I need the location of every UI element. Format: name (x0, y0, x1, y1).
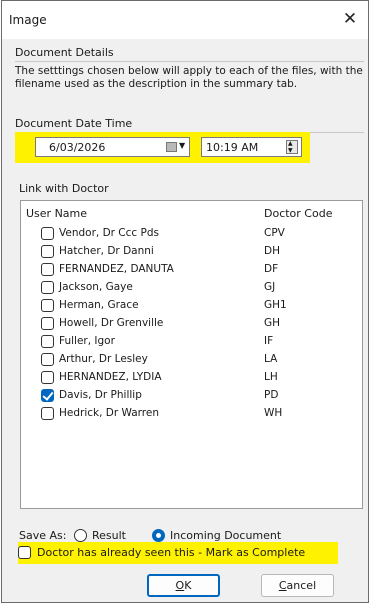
mark-complete-checkbox[interactable] (18, 546, 31, 559)
doctor-checkbox[interactable] (41, 317, 54, 330)
doctor-name: Hatcher, Dr Danni (59, 245, 154, 257)
doctor-code: CPV (264, 227, 285, 239)
ok-button[interactable]: OK (147, 574, 220, 597)
list-item[interactable]: Jackson, Gaye GJ (21, 279, 362, 297)
spin-down-icon[interactable]: ▼ (288, 148, 293, 154)
list-item[interactable]: Arthur, Dr Lesley LA (21, 351, 362, 369)
cancel-label-rest: ancel (286, 579, 317, 592)
chevron-down-icon[interactable]: ▼ (179, 141, 185, 150)
document-date-time-label: Document Date Time (15, 117, 133, 130)
doctor-code: GH (264, 317, 281, 329)
list-item[interactable]: HERNANDEZ, LYDIA LH (21, 369, 362, 387)
doctor-code: DF (264, 263, 279, 275)
ok-mnemonic: O (175, 579, 185, 592)
date-value: 6/03/2026 (49, 141, 106, 154)
doctor-checkbox[interactable] (41, 263, 54, 276)
doctor-name: Jackson, Gaye (59, 281, 133, 293)
doctor-checkbox[interactable] (41, 335, 54, 348)
image-dialog: Image ✕ Document Details The setttings c… (1, 0, 369, 603)
cancel-button[interactable]: Cancel (261, 574, 334, 597)
doctor-code: GH1 (264, 299, 287, 311)
doctor-name: Fuller, Igor (59, 335, 115, 347)
doctor-checkbox[interactable] (41, 389, 54, 402)
list-item[interactable]: FERNANDEZ, DANUTA DF (21, 261, 362, 279)
document-details-label: Document Details (15, 46, 114, 59)
doctor-code: DH (264, 245, 280, 257)
column-header-user-name[interactable]: User Name (26, 207, 87, 220)
list-item[interactable]: Hedrick, Dr Warren WH (21, 405, 362, 423)
doctor-checkbox[interactable] (41, 245, 54, 258)
divider (15, 61, 364, 62)
time-picker[interactable]: 10:19 AM ▲ ▼ (201, 137, 302, 157)
list-item[interactable]: Hatcher, Dr Danni DH (21, 243, 362, 261)
description-text: The setttings chosen below will apply to… (15, 65, 363, 90)
list-item[interactable]: Davis, Dr Phillip PD (21, 387, 362, 405)
document-details-description: The setttings chosen below will apply to… (15, 65, 364, 113)
doctor-name: HERNANDEZ, LYDIA (59, 371, 162, 383)
doctor-code: GJ (264, 281, 276, 293)
radio-result-label[interactable]: Result (92, 529, 126, 542)
list-item[interactable]: Fuller, Igor IF (21, 333, 362, 351)
time-value: 10:19 AM (206, 141, 259, 154)
doctor-name: Vendor, Dr Ccc Pds (59, 227, 159, 239)
doctor-checkbox[interactable] (41, 281, 54, 294)
doctor-name: Davis, Dr Phillip (59, 389, 142, 401)
date-picker[interactable]: 6/03/2026 ▼ (35, 137, 190, 157)
doctor-code: WH (264, 407, 283, 419)
ok-label-rest: K (184, 579, 192, 592)
doctor-checkbox[interactable] (41, 227, 54, 240)
doctor-name: Howell, Dr Grenville (59, 317, 164, 329)
doctor-name: Herman, Grace (59, 299, 139, 311)
doctor-code: PD (264, 389, 279, 401)
calendar-icon[interactable] (166, 142, 177, 152)
list-item[interactable]: Vendor, Dr Ccc Pds CPV (21, 225, 362, 243)
doctor-list[interactable]: User Name Doctor Code Vendor, Dr Ccc Pds… (20, 200, 363, 509)
radio-incoming-document-label[interactable]: Incoming Document (170, 529, 281, 542)
save-as-label: Save As: (19, 529, 67, 542)
close-icon[interactable]: ✕ (340, 9, 360, 29)
doctor-checkbox[interactable] (41, 353, 54, 366)
doctor-code: LH (264, 371, 278, 383)
doctor-checkbox[interactable] (41, 407, 54, 420)
title-bar: Image ✕ (2, 1, 368, 39)
doctor-code: LA (264, 353, 278, 365)
link-with-doctor-label: Link with Doctor (19, 182, 109, 195)
cancel-mnemonic: C (278, 579, 287, 592)
column-header-doctor-code[interactable]: Doctor Code (264, 207, 332, 220)
doctor-checkbox[interactable] (41, 371, 54, 384)
doctor-name: FERNANDEZ, DANUTA (59, 263, 174, 275)
doctor-checkbox[interactable] (41, 299, 54, 312)
mark-complete-label[interactable]: Doctor has already seen this - Mark as C… (37, 546, 305, 559)
time-spinner[interactable]: ▲ ▼ (286, 140, 298, 154)
radio-incoming-document[interactable] (152, 529, 165, 542)
doctor-code: IF (264, 335, 274, 347)
doctor-name: Arthur, Dr Lesley (59, 353, 148, 365)
list-item[interactable]: Howell, Dr Grenville GH (21, 315, 362, 333)
doctor-name: Hedrick, Dr Warren (59, 407, 160, 419)
list-item[interactable]: Herman, Grace GH1 (21, 297, 362, 315)
dialog-title: Image (9, 13, 47, 27)
radio-result[interactable] (74, 529, 87, 542)
